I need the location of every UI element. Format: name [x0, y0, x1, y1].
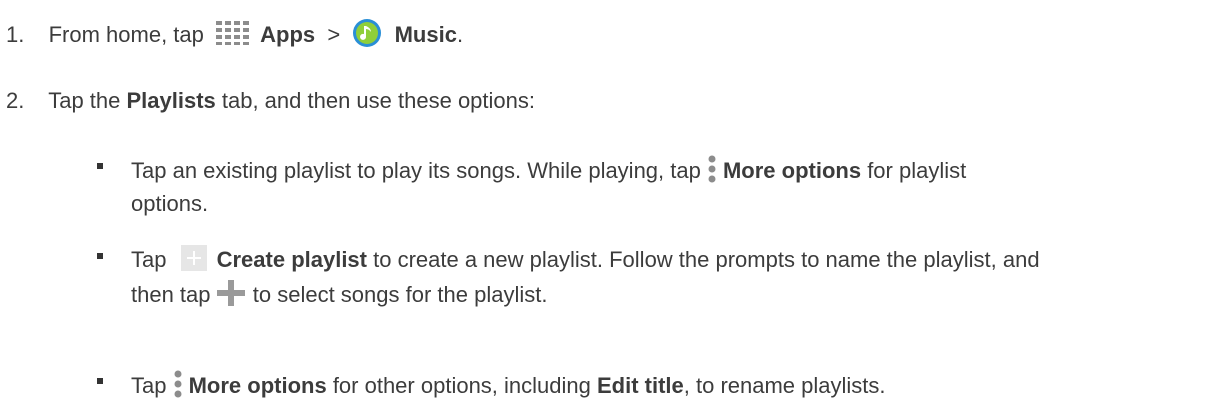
bullet-text: for playlist: [861, 157, 967, 183]
add-icon: [216, 280, 245, 312]
music-label: Music: [394, 21, 457, 47]
step-number: 2.: [6, 88, 25, 113]
bullet-text: to create a new playlist. Follow the pro…: [367, 246, 1040, 272]
step-end: .: [456, 21, 464, 47]
bullet-2-cont: then tap to select songs for the playlis…: [131, 280, 547, 312]
music-note-icon: [352, 18, 382, 54]
bullet-3: Tap More options for other options, incl…: [131, 370, 886, 404]
bullet-text: to select songs for the playlist.: [246, 281, 548, 307]
bullet-text: , to rename playlists.: [683, 372, 886, 398]
more-options-icon: [173, 370, 183, 404]
bullet-2: Tap Create playlist to create a new play…: [131, 245, 1040, 277]
bullet-text: for other options, including: [326, 372, 597, 398]
step-number: 1.: [6, 21, 25, 47]
bullet-marker: [97, 163, 103, 169]
bullet-1-cont: options.: [131, 191, 208, 217]
separator: >: [321, 21, 347, 47]
step-text: From home, tap: [48, 21, 204, 47]
bullet-text: options.: [131, 191, 209, 216]
playlists-label: Playlists: [126, 88, 216, 113]
step-text: tab, and then use these options:: [215, 88, 536, 113]
bullet-text: Tap: [131, 246, 173, 272]
create-playlist-label: Create playlist: [216, 246, 367, 272]
create-playlist-icon: [180, 245, 207, 277]
more-options-label: More options: [188, 372, 327, 398]
step-text: Tap the: [48, 88, 127, 113]
apps-grid-icon: [216, 21, 250, 51]
bullet-text: Tap an existing playlist to play its son…: [131, 157, 707, 183]
step-2: 2. Tap the Playlists tab, and then use t…: [6, 88, 535, 114]
bullet-text: Tap: [131, 372, 173, 398]
bullet-1: Tap an existing playlist to play its son…: [131, 155, 966, 189]
bullet-marker: [97, 253, 103, 259]
more-options-label: More options: [722, 157, 862, 183]
step-1: 1. From home, tap Apps > Music.: [6, 18, 463, 54]
edit-title-label: Edit title: [596, 372, 684, 398]
bullet-text: then tap: [131, 281, 217, 307]
bullet-marker: [97, 378, 103, 384]
more-options-icon: [707, 155, 717, 189]
apps-label: Apps: [260, 21, 316, 47]
